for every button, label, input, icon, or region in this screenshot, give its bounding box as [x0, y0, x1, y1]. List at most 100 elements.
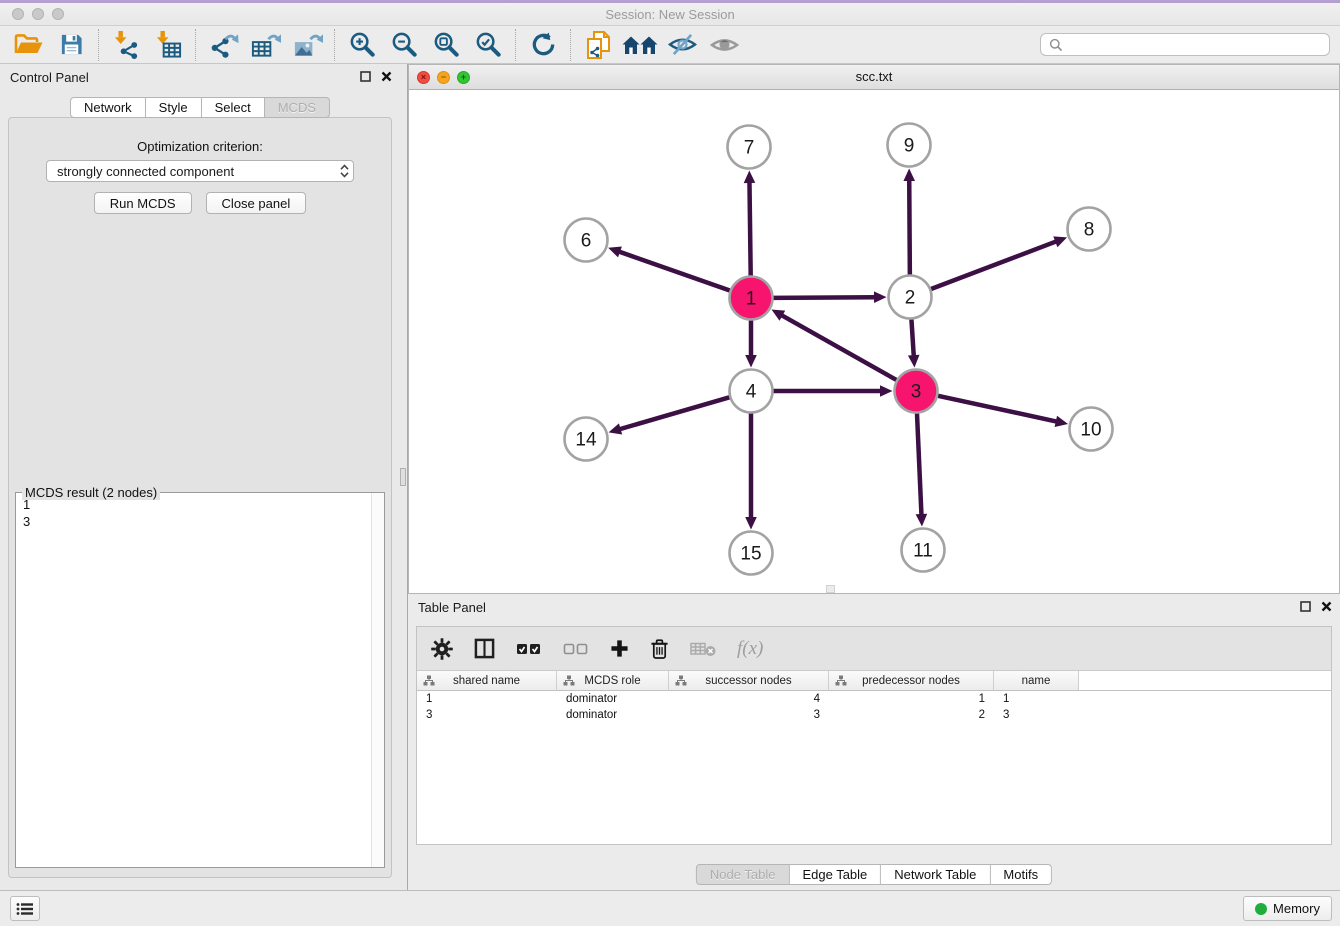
- edge-3-1[interactable]: [781, 315, 897, 380]
- column-header-MCDS-role[interactable]: MCDS role: [557, 671, 669, 690]
- column-header-shared-name[interactable]: shared name: [417, 671, 557, 690]
- clone-network-button[interactable]: [577, 28, 619, 62]
- network-view-window: × − + scc.txt 7968124314101511: [408, 64, 1340, 594]
- cell-successor-nodes: 4: [669, 691, 829, 707]
- create-column-button[interactable]: [610, 639, 629, 658]
- column-header-successor-nodes[interactable]: successor nodes: [669, 671, 829, 690]
- cell-name: 3: [994, 707, 1079, 723]
- edge-1-7[interactable]: [749, 181, 750, 276]
- node-label-6: 6: [581, 231, 592, 252]
- open-file-button[interactable]: [8, 28, 50, 62]
- edge-1-6[interactable]: [618, 251, 730, 290]
- column-header-predecessor-nodes[interactable]: predecessor nodes: [829, 671, 994, 690]
- zoom-out-button[interactable]: [383, 28, 425, 62]
- show-all-networks-button[interactable]: [619, 28, 661, 62]
- edge-4-14[interactable]: [619, 397, 730, 429]
- mcds-result-line: 3: [23, 513, 382, 530]
- fit-content-button[interactable]: [425, 28, 467, 62]
- edge-2-9[interactable]: [909, 179, 910, 275]
- dropdown-stepper-icon: [340, 164, 349, 178]
- table-row[interactable]: 1dominator411: [417, 691, 1331, 707]
- export-image-button[interactable]: [286, 28, 328, 62]
- refresh-icon: [530, 31, 557, 58]
- network-canvas[interactable]: 7968124314101511: [409, 91, 1339, 593]
- export-network-icon: [208, 31, 239, 59]
- delete-column-button[interactable]: [650, 638, 669, 659]
- import-table-button[interactable]: [147, 28, 189, 62]
- node-label-8: 8: [1084, 220, 1095, 241]
- tab-motifs[interactable]: Motifs: [990, 864, 1052, 885]
- edge-3-10[interactable]: [938, 396, 1058, 422]
- canvas-resize-handle[interactable]: [826, 585, 835, 593]
- apply-layout-button[interactable]: [522, 28, 564, 62]
- search-input[interactable]: [1068, 37, 1321, 52]
- list-menu-icon: [16, 902, 34, 916]
- close-panel-icon[interactable]: [381, 71, 392, 82]
- toolbar-separator: [334, 29, 335, 61]
- table-panel-title: Table Panel: [418, 600, 486, 615]
- edge-2-3[interactable]: [911, 319, 913, 357]
- memory-button[interactable]: Memory: [1243, 896, 1332, 921]
- node-label-9: 9: [904, 136, 915, 157]
- result-scrollbar[interactable]: [371, 493, 384, 867]
- toolbar-separator: [98, 29, 99, 61]
- zoom-selected-button[interactable]: [467, 28, 509, 62]
- tab-node-table[interactable]: Node Table: [696, 864, 790, 885]
- import-table-icon: [154, 30, 183, 59]
- close-panel-button[interactable]: Close panel: [206, 192, 307, 214]
- search-icon: [1049, 38, 1063, 52]
- edge-2-8[interactable]: [931, 241, 1057, 289]
- column-header-name[interactable]: name: [994, 671, 1079, 690]
- export-table-button[interactable]: [244, 28, 286, 62]
- save-session-button[interactable]: [50, 28, 92, 62]
- tab-select[interactable]: Select: [202, 97, 265, 118]
- close-table-panel-icon[interactable]: [1321, 601, 1332, 612]
- unselect-all-columns-button[interactable]: [563, 641, 589, 657]
- edge-arrow-4-3: [880, 385, 893, 397]
- tab-mcds[interactable]: MCDS: [265, 97, 330, 118]
- search-field[interactable]: [1040, 33, 1330, 56]
- tab-network[interactable]: Network: [70, 97, 146, 118]
- node-table-container: f(x) shared nameMCDS rolesuccessor nodes…: [416, 626, 1332, 845]
- mcds-result-box: MCDS result (2 nodes) 13: [15, 492, 385, 868]
- edge-3-11[interactable]: [917, 413, 922, 516]
- checked-boxes-icon: [516, 641, 542, 657]
- show-columns-button[interactable]: [474, 638, 495, 659]
- table-settings-button[interactable]: [431, 638, 453, 660]
- zoom-in-icon: [348, 30, 377, 59]
- tab-network-table[interactable]: Network Table: [881, 864, 990, 885]
- edge-arrow-4-15: [745, 517, 757, 530]
- network-window-titlebar[interactable]: × − + scc.txt: [409, 65, 1339, 90]
- select-all-columns-button[interactable]: [516, 641, 542, 657]
- table-panel: Table Panel: [408, 594, 1340, 890]
- table-header-row: shared nameMCDS rolesuccessor nodesprede…: [417, 671, 1331, 691]
- toolbar-separator: [515, 29, 516, 61]
- float-table-panel-icon[interactable]: [1300, 601, 1311, 612]
- splitter-handle[interactable]: [400, 468, 406, 486]
- hierarchy-icon: [835, 675, 847, 686]
- hierarchy-icon: [563, 675, 575, 686]
- edge-1-2[interactable]: [773, 297, 876, 298]
- edge-arrow-2-9: [903, 168, 915, 181]
- vertical-splitter[interactable]: [400, 64, 408, 890]
- panel-menu-button[interactable]: [10, 896, 40, 921]
- status-bar: Memory: [0, 890, 1340, 926]
- hide-selected-button[interactable]: [661, 28, 703, 62]
- tab-style[interactable]: Style: [146, 97, 202, 118]
- export-network-button[interactable]: [202, 28, 244, 62]
- table-row[interactable]: 3dominator323: [417, 707, 1331, 723]
- tab-edge-table[interactable]: Edge Table: [789, 864, 881, 885]
- import-network-button[interactable]: [105, 28, 147, 62]
- delete-table-icon: [690, 640, 716, 658]
- edge-arrow-1-6: [608, 246, 622, 257]
- run-mcds-button[interactable]: Run MCDS: [94, 192, 192, 214]
- columns-icon: [474, 638, 495, 659]
- optimization-criterion-label: Optimization criterion:: [9, 139, 391, 154]
- node-label-14: 14: [575, 430, 597, 451]
- zoom-in-button[interactable]: [341, 28, 383, 62]
- show-hidden-button[interactable]: [703, 28, 745, 62]
- criterion-dropdown[interactable]: strongly connected component: [46, 160, 354, 182]
- node-label-10: 10: [1080, 420, 1101, 441]
- float-panel-icon[interactable]: [360, 71, 371, 82]
- hierarchy-icon: [423, 675, 435, 686]
